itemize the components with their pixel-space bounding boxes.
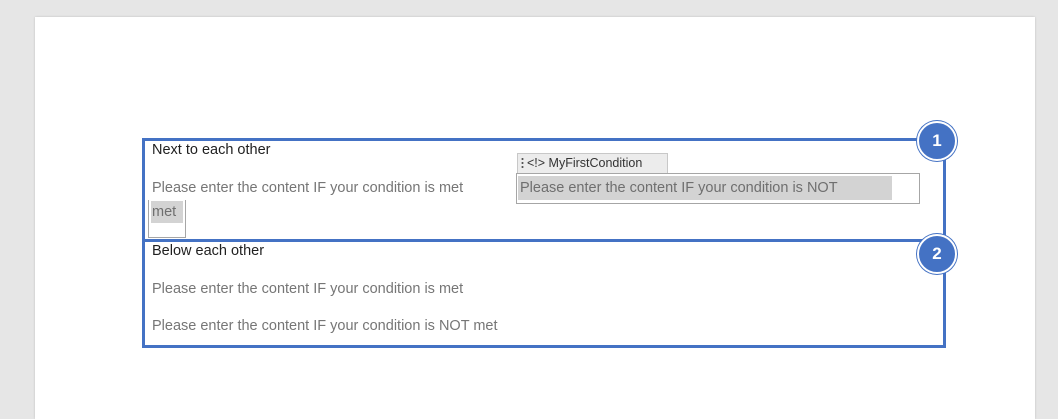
callout-badge-2: 2 [917, 234, 957, 274]
callout-box-2 [142, 239, 946, 348]
callout-badge-1: 1 [917, 121, 957, 161]
callout-box-1 [142, 138, 946, 242]
